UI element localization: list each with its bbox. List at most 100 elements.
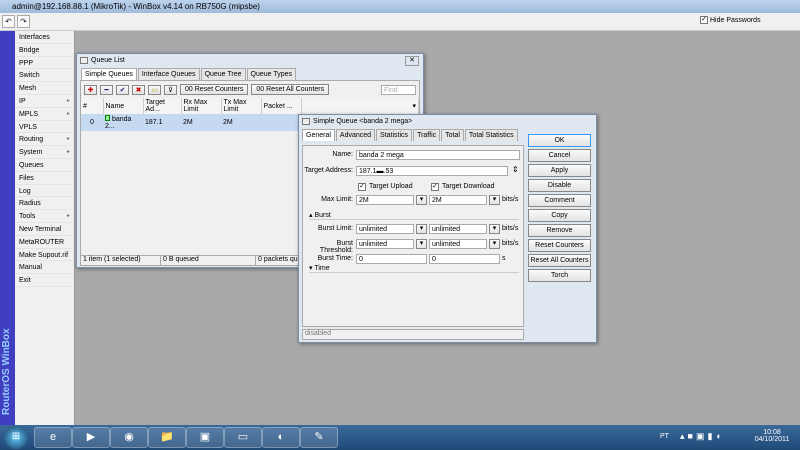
copy-button[interactable]: Copy	[528, 209, 591, 222]
close-button[interactable]: ✕	[405, 56, 419, 66]
sidebar-item-new-terminal[interactable]: New Terminal	[15, 223, 74, 236]
tab-queue-types[interactable]: Queue Types	[246, 68, 297, 80]
tray-icons[interactable]: ▴■▣▮◖	[680, 431, 724, 442]
sidebar-item-mesh[interactable]: Mesh	[15, 82, 74, 95]
column-header[interactable]: Packet ...	[261, 98, 302, 114]
tab-total-statistics[interactable]: Total Statistics	[464, 129, 518, 141]
cancel-button[interactable]: Cancel	[528, 149, 591, 162]
comment-button[interactable]: ▭	[148, 84, 161, 95]
sidebar-item-vpls[interactable]: VPLS	[15, 121, 74, 134]
sidebar-item-make-supout-rif[interactable]: Make Supout.rif	[15, 249, 74, 262]
sidebar-item-queues[interactable]: Queues	[15, 159, 74, 172]
column-header[interactable]: Name	[103, 98, 144, 114]
column-header[interactable]: #	[81, 98, 104, 114]
hide-passwords-checkbox[interactable]: ✓ Hide Passwords	[700, 16, 761, 24]
sidebar-item-ip[interactable]: IP ▸	[15, 95, 74, 108]
taskbar-app-5[interactable]: ▭	[224, 427, 262, 448]
tab-queue-tree[interactable]: Queue Tree	[200, 68, 246, 80]
sidebar-item-manual[interactable]: Manual	[15, 261, 74, 275]
sidebar-item-files[interactable]: Files	[15, 172, 74, 185]
taskbar-app-1[interactable]: ▶	[72, 427, 110, 448]
find-input[interactable]: Find	[381, 84, 416, 95]
tab-total[interactable]: Total	[441, 129, 464, 141]
target-download-checkbox[interactable]: ✓ Target Download	[431, 183, 495, 191]
cell-packet	[261, 114, 301, 131]
start-button[interactable]: ⊞	[4, 426, 28, 449]
tab-general[interactable]: General	[302, 129, 335, 141]
column-menu-icon[interactable]: ▾	[301, 98, 419, 114]
sidebar-item-tools[interactable]: Tools ▸	[15, 210, 74, 223]
name-input[interactable]: banda 2 mega	[356, 150, 520, 160]
language-indicator[interactable]: PT	[660, 433, 669, 440]
burst-limit-down-input[interactable]: unlimited	[429, 224, 487, 234]
clock[interactable]: 10:08 04/10/2011	[752, 429, 792, 443]
target-address-input[interactable]: 187.1▬.53	[356, 166, 508, 176]
column-header[interactable]: Target Ad...	[143, 98, 182, 114]
burst-time-down-input[interactable]: 0	[429, 254, 500, 264]
checkbox-box[interactable]: ✓	[431, 183, 439, 191]
updown-icon[interactable]: ⇕	[512, 165, 519, 174]
add-button[interactable]: ✚	[84, 84, 97, 95]
menu-label: Make Supout.rif	[19, 251, 69, 259]
taskbar-app-2[interactable]: ◉	[110, 427, 148, 448]
tab-traffic[interactable]: Traffic	[413, 129, 441, 141]
sidebar-item-exit[interactable]: Exit	[15, 274, 74, 287]
reset-counters-button[interactable]: Reset Counters	[528, 239, 591, 252]
reset-counters-button[interactable]: 00 Reset Counters	[180, 84, 249, 95]
remove-button[interactable]: ━	[100, 84, 113, 95]
remove-button[interactable]: Remove	[528, 224, 591, 237]
ok-button[interactable]: OK	[528, 134, 591, 147]
time-section[interactable]: ▾ Time	[309, 264, 519, 273]
disable-button[interactable]: ✖	[132, 84, 145, 95]
sidebar-item-system[interactable]: System ▸	[15, 146, 74, 159]
queue-list-titlebar[interactable]: Queue List ✕	[77, 54, 423, 68]
dropdown-icon[interactable]: ▾	[416, 195, 427, 205]
burst-threshold-up-input[interactable]: unlimited	[356, 239, 414, 249]
sidebar-item-routing[interactable]: Routing ▸	[15, 133, 74, 147]
sidebar-item-log[interactable]: Log	[15, 185, 74, 198]
burst-limit-up-input[interactable]: unlimited	[356, 224, 414, 234]
sidebar-item-interfaces[interactable]: Interfaces	[15, 31, 74, 44]
column-header[interactable]: Rx Max Limit	[181, 98, 222, 114]
dropdown-icon[interactable]: ▾	[416, 224, 427, 234]
taskbar-app-4[interactable]: ▣	[186, 427, 224, 448]
taskbar-app-0[interactable]: e	[34, 427, 72, 448]
tab-simple-queues[interactable]: Simple Queues	[81, 68, 137, 80]
sidebar-item-ppp[interactable]: PPP	[15, 57, 74, 70]
torch-button[interactable]: Torch	[528, 269, 591, 282]
target-upload-checkbox[interactable]: ✓ Target Upload	[358, 183, 413, 191]
undo-button[interactable]: ↶	[2, 15, 15, 28]
disable-button[interactable]: Disable	[528, 179, 591, 192]
dropdown-icon[interactable]: ▾	[416, 239, 427, 249]
sidebar-item-switch[interactable]: Switch	[15, 69, 74, 83]
tab-statistics[interactable]: Statistics	[376, 129, 413, 141]
tab-interface-queues[interactable]: Interface Queues	[137, 68, 200, 80]
checkbox-box[interactable]: ✓	[700, 16, 708, 24]
tab-advanced[interactable]: Advanced	[335, 129, 376, 141]
column-header[interactable]: Tx Max Limit	[221, 98, 262, 114]
sidebar-item-radius[interactable]: Radius	[15, 197, 74, 211]
redo-button[interactable]: ↷	[17, 15, 30, 28]
dropdown-icon[interactable]: ▾	[489, 224, 500, 234]
burst-threshold-down-input[interactable]: unlimited	[429, 239, 487, 249]
apply-button[interactable]: Apply	[528, 164, 591, 177]
taskbar-app-3[interactable]: 📁	[148, 427, 186, 448]
sidebar-item-mpls[interactable]: MPLS ▸	[15, 108, 74, 121]
taskbar-app-7[interactable]: ✎	[300, 427, 338, 448]
enable-button[interactable]: ✔	[116, 84, 129, 95]
reset-all-counters-button[interactable]: 00 Reset All Counters	[251, 84, 330, 95]
dropdown-icon[interactable]: ▾	[489, 195, 500, 205]
simple-queue-titlebar[interactable]: Simple Queue <banda 2 mega>	[299, 115, 596, 129]
max-limit-down-input[interactable]: 2M	[429, 195, 487, 205]
dropdown-icon[interactable]: ▾	[489, 239, 500, 249]
reset-all-counters-button[interactable]: Reset All Counters	[528, 254, 591, 267]
comment-button[interactable]: Comment	[528, 194, 591, 207]
burst-time-up-input[interactable]: 0	[356, 254, 427, 264]
burst-section[interactable]: ▴ Burst	[309, 211, 519, 220]
filter-button[interactable]: ⊽	[164, 84, 177, 95]
taskbar-app-6[interactable]: ◐	[262, 427, 300, 448]
checkbox-box[interactable]: ✓	[358, 183, 366, 191]
sidebar-item-metarouter[interactable]: MetaROUTER	[15, 236, 74, 249]
sidebar-item-bridge[interactable]: Bridge	[15, 44, 74, 57]
max-limit-up-input[interactable]: 2M	[356, 195, 414, 205]
